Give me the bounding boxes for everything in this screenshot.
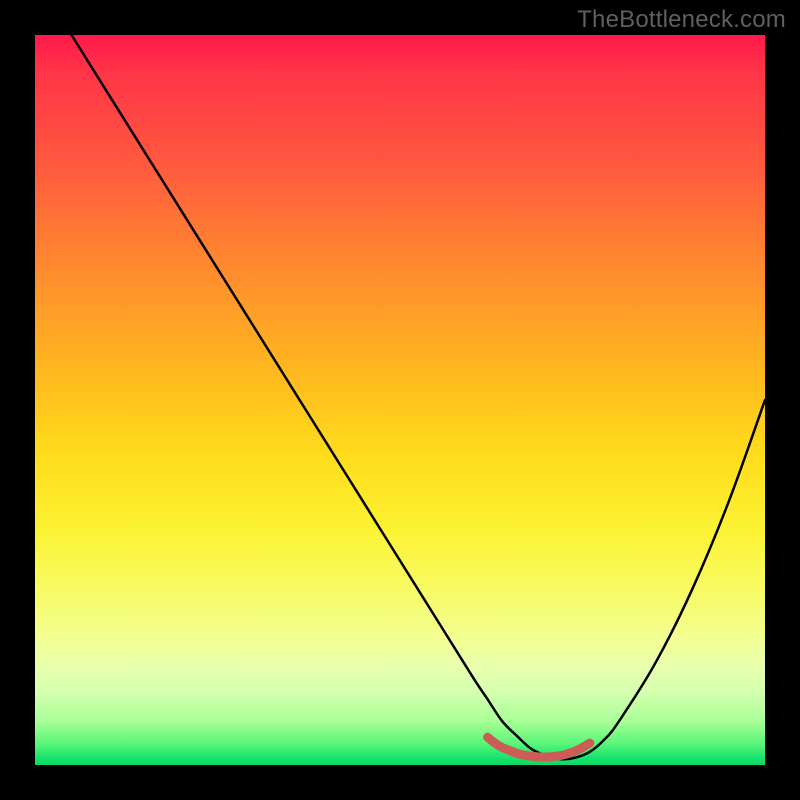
watermark-text: TheBottleneck.com [577, 6, 786, 34]
plot-area [35, 35, 765, 765]
chart-svg [35, 35, 765, 765]
optimal-zone-curve [488, 737, 590, 757]
chart-frame: TheBottleneck.com [0, 0, 800, 800]
bottleneck-curve [35, 35, 765, 759]
